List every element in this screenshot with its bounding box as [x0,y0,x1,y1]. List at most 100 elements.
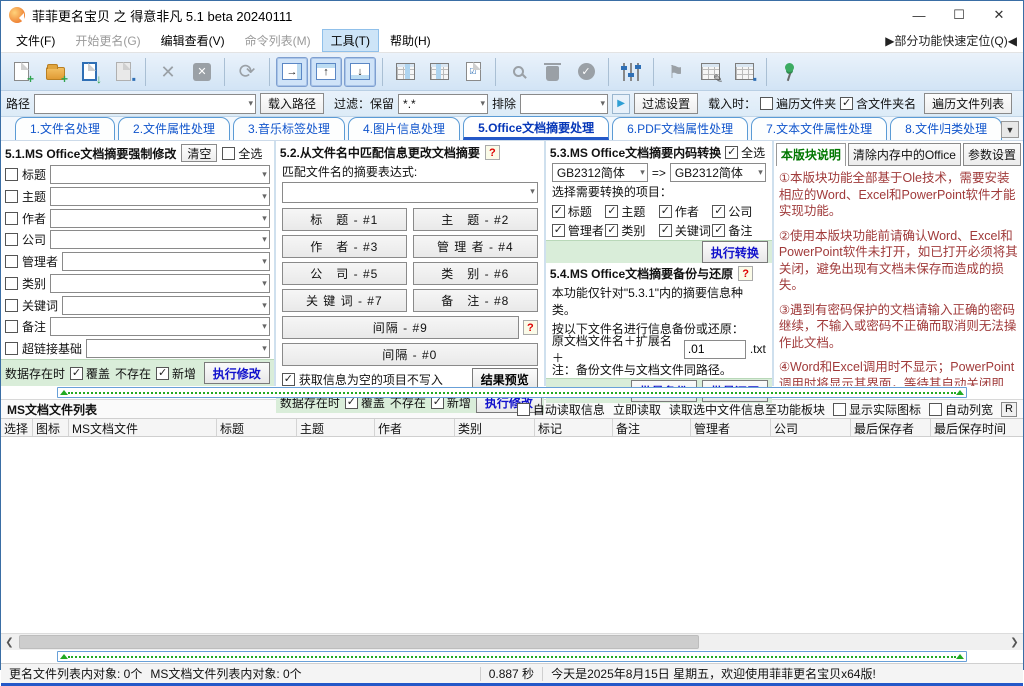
select-all-51-checkbox[interactable] [222,147,235,160]
col-msdoc-file[interactable]: MS文档文件 [69,419,217,436]
help-5-4-icon[interactable]: ? [738,266,753,281]
panel-top-icon[interactable]: ↑ [310,57,342,87]
conv-author-checkbox[interactable] [659,205,672,218]
close-button[interactable]: ✕ [979,2,1019,28]
field-author-combobox[interactable]: ▾ [50,209,270,228]
execute-convert-button[interactable]: 执行转换 [702,241,768,263]
horizontal-scrollbar[interactable]: ❮ ❯ [1,633,1023,650]
tab-text-attr[interactable]: 7.文本文件属性处理 [751,117,887,140]
tab-image-info[interactable]: 4.图片信息处理 [348,117,460,140]
col-title[interactable]: 标题 [217,419,297,436]
pin-icon[interactable] [773,57,805,87]
gap-help-icon[interactable]: ? [523,320,538,335]
minimize-button[interactable]: — [899,2,939,28]
match-company-button[interactable]: 公 司 - #5 [282,262,407,285]
tab-filename[interactable]: 1.文件名处理 [15,117,115,140]
field-company-combobox[interactable]: ▾ [50,230,270,249]
read-now-link[interactable]: 立即读取 [613,401,661,418]
maximize-button[interactable]: ☐ [939,2,979,28]
traverse-folders-checkbox[interactable] [760,97,773,110]
table-edit-icon[interactable]: ✎ [694,57,726,87]
conv-manager-checkbox[interactable] [552,224,565,237]
match-keywords-button[interactable]: 关 键 词 - #7 [282,289,407,312]
col-manager[interactable]: 管理者 [691,419,771,436]
panel-right-icon[interactable]: → [276,57,308,87]
panel-bottom-icon[interactable]: ↓ [344,57,376,87]
match-title-button[interactable]: 标 题 - #1 [282,208,407,231]
menu-help[interactable]: 帮助(H) [381,29,440,52]
menu-file[interactable]: 文件(F) [7,29,64,52]
apply-filter-icon[interactable]: ▶ [612,94,630,114]
menu-edit-view[interactable]: 编辑查看(V) [152,29,234,52]
tab-classify[interactable]: 8.文件归类处理 [890,117,1002,140]
scroll-right-icon[interactable]: ❯ [1006,634,1023,651]
conv-title-checkbox[interactable] [552,205,565,218]
clear-button[interactable]: 清空 [181,144,217,162]
encoding-from-combobox[interactable]: GB2312简体▾ [552,163,648,182]
add-51-checkbox[interactable] [156,367,169,380]
table-save-icon[interactable]: ▪ [728,57,760,87]
tab-overflow-icon[interactable]: ▼ [1001,121,1019,138]
field-hyperlink-checkbox[interactable] [5,342,18,355]
field-author-checkbox[interactable] [5,212,18,225]
skip-empty-checkbox[interactable] [282,373,295,386]
scrollbar-thumb[interactable] [19,635,699,649]
field-keywords-checkbox[interactable] [5,299,18,312]
filter-settings-button[interactable]: 过滤设置 [634,93,698,114]
auto-read-checkbox[interactable] [517,403,530,416]
filter-sliders-icon[interactable] [615,57,647,87]
field-category-combobox[interactable]: ▾ [50,274,270,293]
quick-locate-label[interactable]: ▶部分功能快速定位(Q)◀ [885,32,1017,49]
col-company[interactable]: 公司 [771,419,851,436]
tab-office-summary[interactable]: 5.Office文档摘要处理 [463,116,609,140]
field-manager-checkbox[interactable] [5,255,18,268]
encoding-to-combobox[interactable]: GB2312简体▾ [670,163,766,182]
col-select[interactable]: 选择 [1,419,33,436]
auto-width-checkbox[interactable] [929,403,942,416]
exclude-combobox[interactable]: ▾ [520,94,608,114]
column-left-icon[interactable] [389,57,421,87]
gap-0-button[interactable]: 间隔 - #0 [282,343,538,366]
help-tab[interactable]: 本版块说明 [776,143,846,166]
field-manager-combobox[interactable]: ▾ [62,252,270,271]
conv-comments-checkbox[interactable] [712,224,725,237]
conv-company-checkbox[interactable] [712,205,725,218]
match-category-button[interactable]: 类 别 - #6 [413,262,538,285]
tab-pdf-attr[interactable]: 6.PDF文档属性处理 [612,117,748,140]
new-file-icon[interactable]: + [5,57,37,87]
match-comments-button[interactable]: 备 注 - #8 [413,289,538,312]
help-5-2-icon[interactable]: ? [485,145,500,160]
load-path-button[interactable]: 载入路径 [260,93,324,114]
clear-office-button[interactable]: 清除内存中的Office [848,143,961,166]
read-selected-link[interactable]: 读取选中文件信息至功能板块 [669,401,825,418]
col-last-save-time[interactable]: 最后保存时间 [931,419,1023,436]
add-folder-icon[interactable]: + [39,57,71,87]
field-subject-checkbox[interactable] [5,190,18,203]
col-last-saver[interactable]: 最后保存者 [851,419,931,436]
settings-button[interactable]: 参数设置 [963,143,1021,166]
scroll-left-icon[interactable]: ❮ [1,634,18,651]
show-icons-checkbox[interactable] [833,403,846,416]
import-list-icon[interactable]: ↓ [73,57,105,87]
match-author-button[interactable]: 作 者 - #3 [282,235,407,258]
column-view-icon[interactable] [423,57,455,87]
field-company-checkbox[interactable] [5,233,18,246]
r-button[interactable]: R [1001,402,1017,417]
overwrite-51-checkbox[interactable] [70,367,83,380]
keep-combobox[interactable]: *.*▾ [398,94,488,114]
table-body[interactable] [1,437,1023,633]
include-folder-name-checkbox[interactable] [840,97,853,110]
match-subject-button[interactable]: 主 题 - #2 [413,208,538,231]
expr-combobox[interactable]: ▾ [282,182,538,203]
col-comments[interactable]: 备注 [613,419,691,436]
match-manager-button[interactable]: 管 理 者 - #4 [413,235,538,258]
field-comments-checkbox[interactable] [5,320,18,333]
menu-tools[interactable]: 工具(T) [322,29,379,52]
field-keywords-combobox[interactable]: ▾ [62,296,270,315]
conv-keywords-checkbox[interactable] [659,224,672,237]
gap-9-button[interactable]: 间隔 - #9 [282,316,519,339]
conv-subject-checkbox[interactable] [605,205,618,218]
execute-modify-51-button[interactable]: 执行修改 [204,362,270,384]
field-category-checkbox[interactable] [5,277,18,290]
traverse-file-list-button[interactable]: 遍历文件列表 [924,93,1012,114]
